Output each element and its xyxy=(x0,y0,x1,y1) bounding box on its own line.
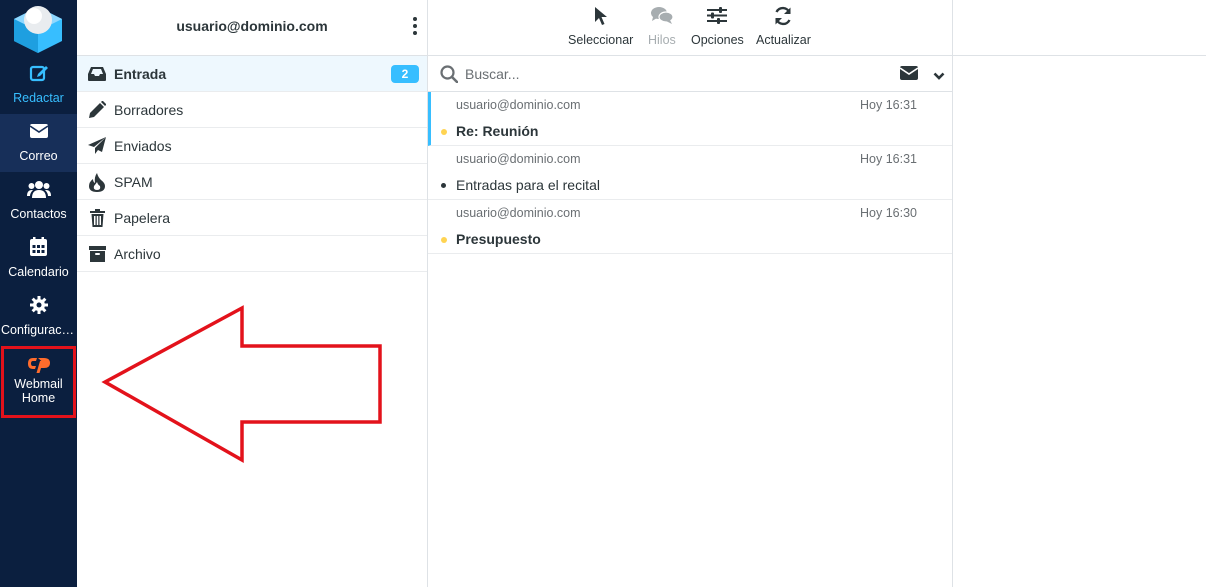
mail-label: Correo xyxy=(19,149,58,163)
contacts-button[interactable]: Contactos xyxy=(0,172,77,230)
refresh-button[interactable]: Actualizar xyxy=(756,6,811,47)
paper-plane-icon xyxy=(87,136,107,156)
folder-label: Borradores xyxy=(114,102,184,118)
sliders-icon xyxy=(707,7,728,27)
search-icon[interactable] xyxy=(440,65,459,88)
compose-icon xyxy=(29,63,49,88)
refresh-label: Actualizar xyxy=(756,33,811,47)
search-bar xyxy=(428,56,952,92)
message-subject: Re: Reunión xyxy=(456,123,539,139)
compose-button[interactable]: Redactar xyxy=(0,56,77,114)
unread-count-badge: 2 xyxy=(391,65,419,83)
compose-label: Redactar xyxy=(13,91,64,105)
calendar-icon xyxy=(30,237,47,261)
message-date: Hoy 16:31 xyxy=(860,152,917,166)
message-row[interactable]: usuario@dominio.com Hoy 16:31 Entradas p… xyxy=(428,146,952,200)
comments-icon xyxy=(650,7,674,27)
contacts-label: Contactos xyxy=(10,207,67,221)
app-rail: Redactar Correo Contactos Calendario Con… xyxy=(0,0,77,587)
calendar-button[interactable]: Calendario xyxy=(0,230,77,288)
envelope-icon xyxy=(29,123,48,143)
folder-label: SPAM xyxy=(114,174,153,190)
envelope-icon[interactable] xyxy=(899,66,919,85)
folder-label: Enviados xyxy=(114,138,172,154)
message-subject: Entradas para el recital xyxy=(456,177,600,193)
list-toolbar: Seleccionar Hilos Opciones Actualizar xyxy=(428,0,952,56)
folder-item-spam[interactable]: SPAM xyxy=(77,164,427,200)
unread-dot-icon xyxy=(441,237,447,243)
roundcube-logo[interactable] xyxy=(10,3,66,55)
folder-item-sent[interactable]: Enviados xyxy=(77,128,427,164)
folder-item-drafts[interactable]: Borradores xyxy=(77,92,427,128)
message-date: Hoy 16:31 xyxy=(860,98,917,112)
webmail-home-button[interactable]: Webmail Home xyxy=(1,346,76,418)
cpanel-icon xyxy=(27,355,51,378)
select-button[interactable]: Seleccionar xyxy=(568,6,633,47)
folder-item-inbox[interactable]: Entrada 2 xyxy=(77,56,427,92)
message-from: usuario@dominio.com xyxy=(456,152,581,166)
trash-icon xyxy=(87,208,107,228)
read-dot-icon xyxy=(441,183,446,188)
folder-panel: usuario@dominio.com Entrada 2 Borradores… xyxy=(77,0,428,587)
search-input[interactable] xyxy=(465,62,885,86)
folder-item-archive[interactable]: Archivo xyxy=(77,236,427,272)
folder-item-trash[interactable]: Papelera xyxy=(77,200,427,236)
mail-button[interactable]: Correo xyxy=(0,114,77,172)
pencil-icon xyxy=(87,100,107,120)
archive-icon xyxy=(87,244,107,264)
folder-label: Archivo xyxy=(114,246,161,262)
preview-header xyxy=(953,0,1206,56)
folder-panel-header: usuario@dominio.com xyxy=(77,0,427,56)
folder-label: Papelera xyxy=(114,210,171,226)
message-subject: Presupuesto xyxy=(456,231,541,247)
message-row[interactable]: usuario@dominio.com Hoy 16:30 Presupuest… xyxy=(428,200,952,254)
refresh-icon xyxy=(773,6,793,29)
kebab-icon xyxy=(413,16,417,40)
inbox-icon xyxy=(87,64,107,84)
account-name: usuario@dominio.com xyxy=(176,18,328,34)
threads-label: Hilos xyxy=(648,33,676,47)
message-from: usuario@dominio.com xyxy=(456,98,581,112)
threads-button[interactable]: Hilos xyxy=(648,6,676,47)
settings-button[interactable]: Configuración xyxy=(0,288,77,346)
fire-icon xyxy=(87,172,107,192)
options-label: Opciones xyxy=(691,33,744,47)
unread-dot-icon xyxy=(441,129,447,135)
message-list-panel: Seleccionar Hilos Opciones Actualizar Bu… xyxy=(428,0,953,587)
folder-label: Entrada xyxy=(114,66,167,82)
webmail-home-label: Webmail Home xyxy=(14,377,63,405)
message-row[interactable]: usuario@dominio.com Hoy 16:31 Re: Reunió… xyxy=(428,92,952,146)
message-from: usuario@dominio.com xyxy=(456,206,581,220)
calendar-label: Calendario xyxy=(8,265,69,279)
users-icon xyxy=(26,180,51,203)
settings-label: Configuración xyxy=(1,323,77,337)
message-date: Hoy 16:30 xyxy=(860,206,917,220)
chevron-down-icon[interactable] xyxy=(933,68,945,86)
folder-menu-button[interactable] xyxy=(409,16,421,40)
cursor-icon xyxy=(594,6,608,29)
gear-icon xyxy=(29,295,48,319)
preview-panel xyxy=(953,0,1206,587)
select-label: Seleccionar xyxy=(568,33,634,47)
options-button[interactable]: Opciones xyxy=(691,6,744,47)
